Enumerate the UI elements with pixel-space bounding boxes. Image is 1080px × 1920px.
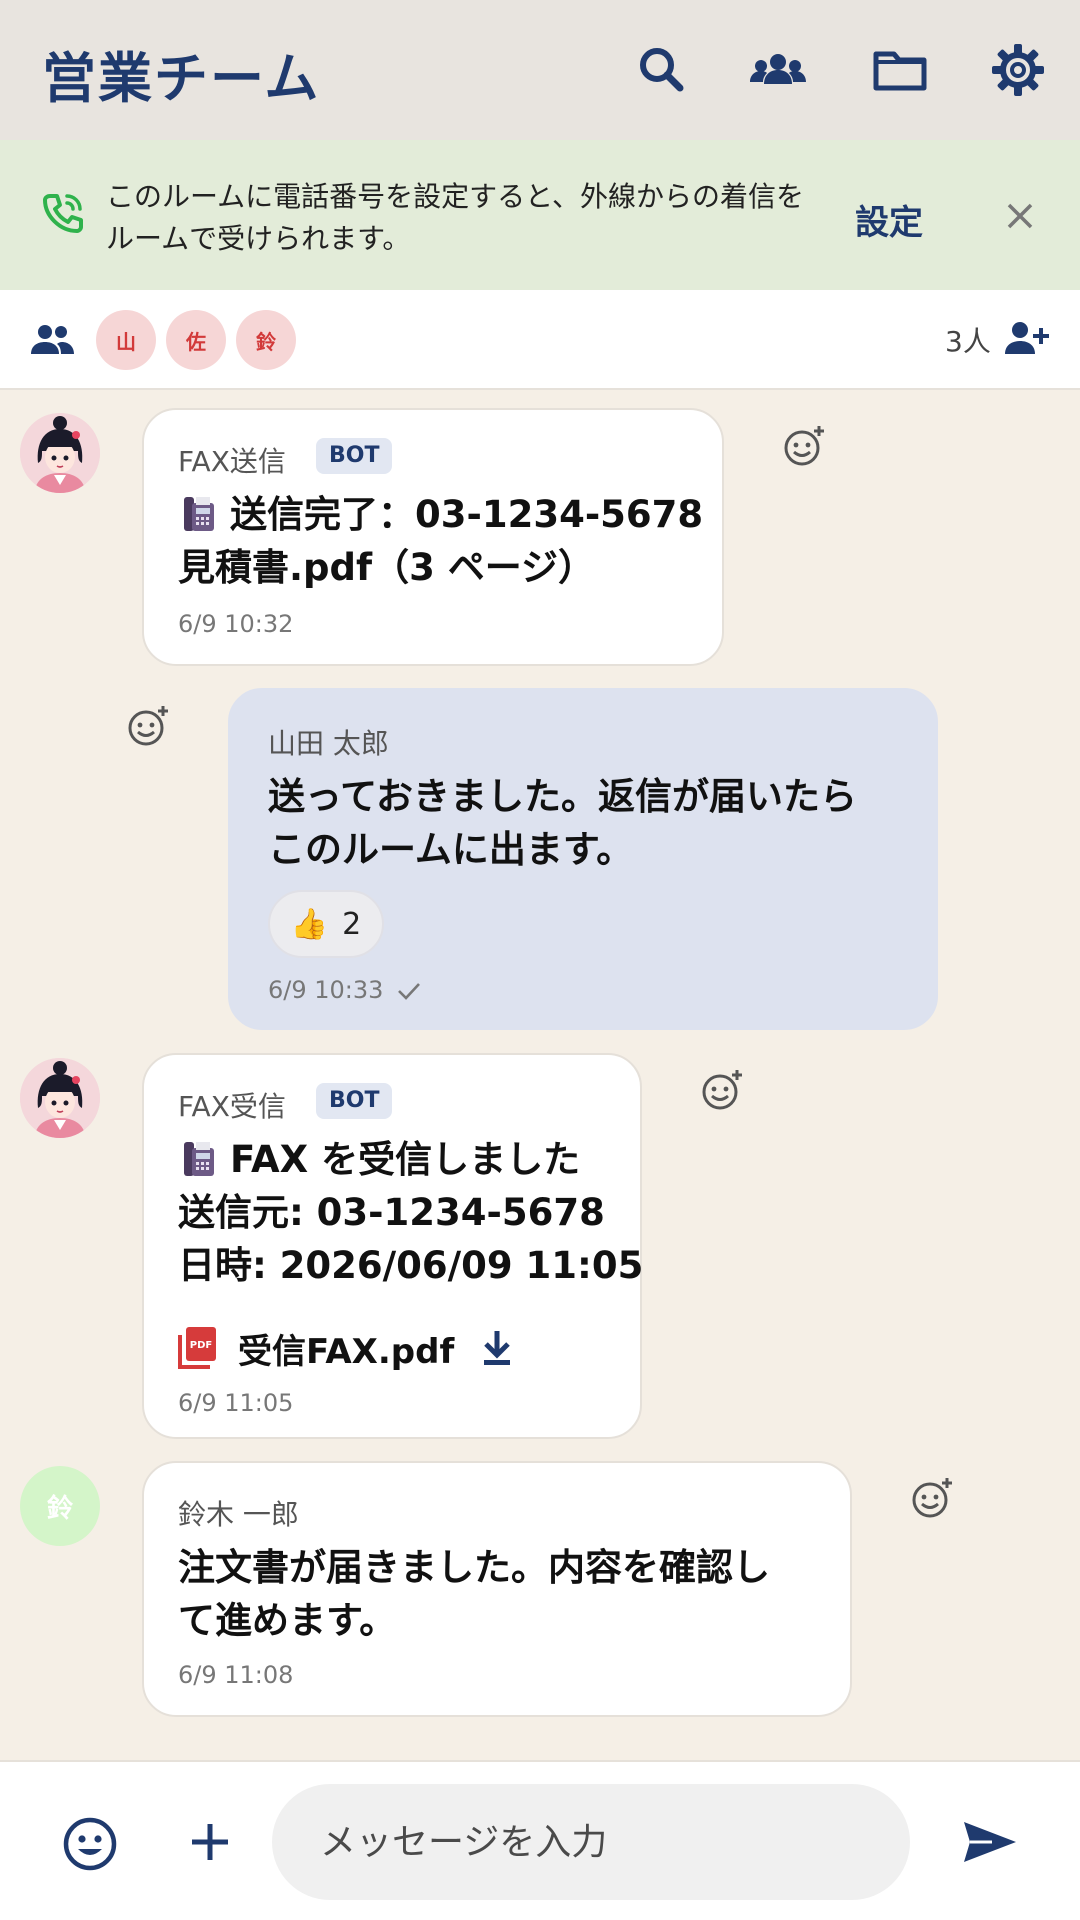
- message-line: 送っておきました。返信が届いたら: [268, 775, 858, 818]
- phone-icon: [40, 190, 86, 236]
- attachment-row[interactable]: PDF 受信FAX.pdf: [178, 1323, 514, 1373]
- message-line: 見積書.pdf（3 ページ）: [178, 546, 596, 589]
- reaction-count: 2: [342, 906, 362, 942]
- thumbs-up-icon: 👍: [290, 906, 329, 942]
- add-reaction-icon[interactable]: [782, 424, 826, 468]
- message-time: 6/9 10:33: [268, 976, 384, 1004]
- pdf-icon: PDF: [178, 1327, 216, 1369]
- bot-avatar[interactable]: [20, 1058, 100, 1138]
- message-time: 6/9 10:32: [178, 610, 294, 638]
- sender-name: 山田 太郎: [268, 727, 389, 760]
- banner-setting-link[interactable]: 設定: [855, 195, 923, 244]
- svg-text:PDF: PDF: [190, 1340, 212, 1351]
- folder-icon[interactable]: [870, 40, 930, 100]
- user-avatar[interactable]: 鈴: [20, 1466, 100, 1546]
- add-member-icon[interactable]: [1004, 318, 1050, 358]
- sender-name: FAX送信: [178, 445, 286, 478]
- message-text: 送っておきました。返信が届いたら このルームに出ます。: [268, 770, 857, 876]
- message-input[interactable]: [272, 1784, 910, 1900]
- app-header: 営業チーム: [0, 0, 1080, 140]
- attachment-name[interactable]: 受信FAX.pdf: [238, 1324, 454, 1373]
- message-line: 送信元: 03-1234-5678: [178, 1191, 605, 1234]
- add-reaction-icon[interactable]: [700, 1068, 744, 1112]
- fax-icon: [184, 497, 214, 531]
- bot-badge: BOT: [316, 438, 393, 474]
- bot-avatar[interactable]: [20, 413, 100, 493]
- members-bar: 山 佐 鈴 3人: [0, 290, 1080, 390]
- member-avatar[interactable]: 鈴: [236, 310, 296, 370]
- close-icon[interactable]: [1002, 198, 1038, 234]
- member-count: 3人: [945, 325, 991, 358]
- send-icon[interactable]: [962, 1818, 1018, 1866]
- sender-name: FAX受信: [178, 1090, 286, 1123]
- message-line: 注文書が届きました。内容を確認し: [178, 1546, 770, 1589]
- banner-message: このルームに電話番号を設定すると、外線からの着信をルームで受けられます。: [106, 180, 805, 255]
- message-time: 6/9 11:08: [178, 1661, 294, 1689]
- message-line: FAX を受信しました: [230, 1138, 581, 1181]
- message-line: このルームに出ます。: [268, 828, 634, 871]
- plus-icon[interactable]: [186, 1818, 234, 1866]
- add-reaction-icon[interactable]: [910, 1476, 954, 1520]
- members-icon[interactable]: [748, 40, 808, 100]
- message-line: 送信完了：03-1234-5678: [230, 493, 704, 536]
- message-bubble[interactable]: 鈴木 一郎 注文書が届きました。内容を確認し て進めます。 6/9 11:08: [142, 1461, 852, 1717]
- message-text: 送信完了：03-1234-5678 見積書.pdf（3 ページ）: [178, 488, 703, 594]
- message-bubble[interactable]: FAX受信 BOT FAX を受信しました 送信元: 03-1234-5678 …: [142, 1053, 643, 1439]
- download-icon[interactable]: [480, 1329, 514, 1367]
- message-composer: [0, 1760, 1080, 1920]
- message-line: 日時: 2026/06/09 11:05: [178, 1244, 644, 1287]
- fax-icon: [184, 1142, 214, 1176]
- reaction-chip[interactable]: 👍 2: [268, 890, 384, 958]
- message-bubble[interactable]: FAX送信 BOT 送信完了：03-1234-5678 見積書.pdf（3 ペー…: [142, 408, 724, 666]
- room-title: 営業チーム: [42, 47, 321, 110]
- message-text: 注文書が届きました。内容を確認し て進めます。: [178, 1541, 770, 1647]
- gear-icon[interactable]: [988, 40, 1048, 100]
- bot-badge: BOT: [316, 1083, 393, 1119]
- emoji-icon[interactable]: [62, 1816, 118, 1872]
- sender-name: 鈴木 一郎: [178, 1498, 299, 1531]
- add-reaction-icon[interactable]: [126, 704, 170, 748]
- message-time: 6/9 11:05: [178, 1389, 294, 1417]
- message-line: て進めます。: [178, 1599, 397, 1642]
- message-bubble-own[interactable]: 山田 太郎 送っておきました。返信が届いたら このルームに出ます。 👍 2 6/…: [228, 688, 938, 1030]
- member-avatar[interactable]: 佐: [166, 310, 226, 370]
- message-text: FAX を受信しました 送信元: 03-1234-5678 日時: 2026/0…: [178, 1133, 643, 1292]
- member-avatar[interactable]: 山: [96, 310, 156, 370]
- phone-setup-banner: このルームに電話番号を設定すると、外線からの着信をルームで受けられます。 設定: [0, 140, 1080, 290]
- group-icon[interactable]: [28, 320, 76, 360]
- search-icon[interactable]: [632, 40, 692, 100]
- read-check-icon: [396, 980, 422, 1002]
